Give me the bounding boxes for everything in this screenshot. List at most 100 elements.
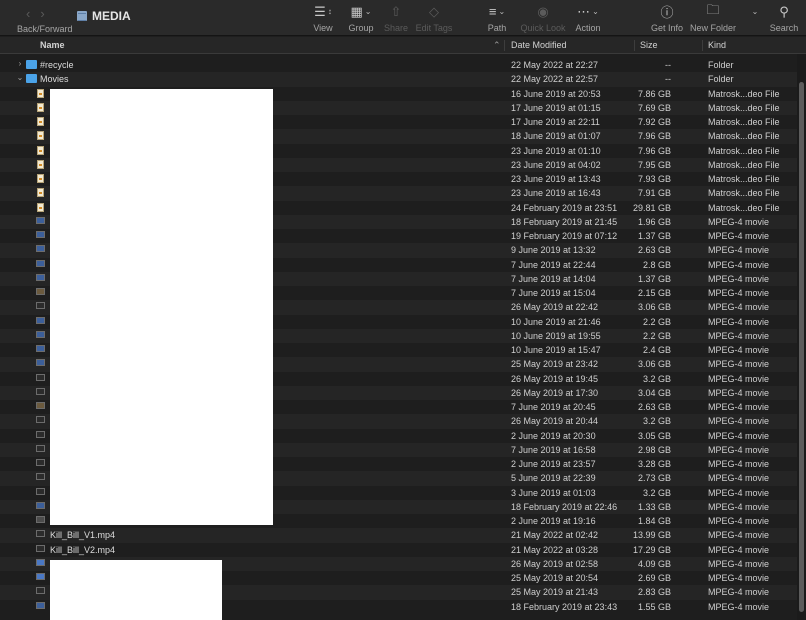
folder-row[interactable]: ⌄ Movies 22 May 2022 at 22:57 -- Folder (0, 72, 797, 87)
file-name: #recycle (40, 60, 74, 70)
date-modified: 25 May 2019 at 20:54 (511, 573, 599, 583)
group-button[interactable]: ▦ ⌄ Group (347, 0, 375, 36)
file-kind: MPEG-4 movie (708, 573, 770, 583)
mp4-thumbnail-icon (36, 231, 45, 238)
action-button[interactable]: ⋯ ⌄ Action (575, 0, 601, 36)
mp4-thumbnail-icon (36, 302, 45, 310)
file-kind: Folder (708, 74, 734, 85)
file-size: 2.8 GB (642, 259, 671, 270)
path-icon: ≡ ⌄ (488, 4, 506, 19)
back-forward-control[interactable]: ‹ › (26, 6, 45, 21)
date-modified: 18 June 2019 at 01:07 (511, 131, 601, 142)
date-modified: 22 May 2022 at 22:57 (511, 74, 599, 85)
search-button[interactable]: ⚲ Search (769, 0, 799, 36)
date-modified: 21 May 2022 at 02:42 (511, 530, 599, 541)
column-header-date-modified[interactable]: Date Modified (511, 40, 567, 50)
file-kind: MPEG-4 movie (708, 558, 770, 569)
date-modified: 26 May 2019 at 02:58 (511, 558, 599, 569)
mp4-thumbnail-icon (36, 288, 45, 295)
file-size: 2.63 GB (637, 402, 671, 412)
folder-row[interactable]: › #recycle 22 May 2022 at 22:27 -- Folder (0, 58, 797, 72)
date-modified: 7 June 2019 at 22:44 (511, 259, 596, 270)
share-button[interactable]: ⇧ Share (383, 0, 409, 36)
view-label: View (313, 23, 333, 33)
group-grid-icon: ▦ ⌄ (350, 3, 372, 19)
date-modified: 23 June 2019 at 01:10 (511, 145, 601, 156)
date-modified: 23 June 2019 at 13:43 (511, 174, 601, 184)
mp4-thumbnail-icon (36, 345, 45, 352)
mp4-thumbnail-icon (36, 573, 45, 580)
date-modified: 23 June 2019 at 16:43 (511, 188, 601, 199)
column-header-kind[interactable]: Kind (708, 40, 726, 50)
mp4-thumbnail-icon (36, 216, 45, 224)
list-view-icon: ☰ ↕ (314, 3, 332, 19)
mp4-thumbnail-icon (36, 273, 45, 281)
file-kind: MPEG-4 movie (708, 288, 770, 298)
file-kind: MPEG-4 movie (708, 501, 770, 512)
column-divider[interactable] (504, 40, 505, 51)
file-row[interactable]: Kill_Bill_V2.mp4 21 May 2022 at 03:28 17.2… (0, 543, 797, 557)
folder-icon (26, 60, 37, 69)
file-kind: MPEG-4 movie (708, 601, 770, 612)
date-modified: 5 June 2019 at 22:39 (511, 473, 596, 484)
mkv-file-icon (37, 188, 44, 198)
file-size: 2.2 GB (642, 316, 671, 327)
file-kind: MPEG-4 movie (708, 259, 770, 270)
eye-icon: ◉ (537, 3, 549, 19)
file-kind: MPEG-4 movie (708, 316, 770, 327)
new-folder-label: New Folder (690, 23, 737, 33)
path-button[interactable]: ≡ ⌄ Path (486, 0, 508, 36)
group-label: Group (348, 23, 374, 33)
edit-tags-button[interactable]: ◇ Edit Tags (416, 0, 453, 36)
scrollbar-thumb[interactable] (799, 82, 804, 612)
date-modified: 22 May 2022 at 22:27 (511, 60, 599, 70)
toolbar-overflow-button[interactable]: ⌄ (747, 0, 761, 36)
view-button[interactable]: ☰ ↕ View (311, 0, 335, 36)
mp4-thumbnail-icon (36, 530, 45, 538)
column-divider[interactable] (702, 40, 703, 51)
back-arrow-icon[interactable]: ‹ (26, 6, 30, 21)
quick-look-button[interactable]: ◉ Quick Look (520, 0, 565, 36)
date-modified: 16 June 2019 at 20:53 (511, 88, 601, 99)
column-divider[interactable] (634, 40, 635, 51)
ellipsis-circle-icon: ⋯ ⌄ (577, 3, 599, 19)
drive-icon (77, 11, 87, 21)
file-size: 3.2 GB (642, 487, 671, 498)
file-kind: Matrosk...deo File (708, 188, 780, 199)
tag-icon: ◇ (429, 3, 439, 19)
folder-icon (26, 74, 37, 84)
file-row[interactable]: Kill_Bill_V1.mp4 21 May 2022 at 02:42 13.9… (0, 528, 797, 543)
column-header-size[interactable]: Size (640, 40, 658, 50)
get-info-button[interactable]: ⓘ Get Info (651, 0, 683, 36)
vertical-scrollbar[interactable] (797, 54, 806, 620)
forward-arrow-icon[interactable]: › (40, 6, 44, 21)
share-label: Share (383, 23, 409, 33)
file-kind: MPEG-4 movie (708, 387, 770, 398)
file-name: Kill_Bill_V2.mp4 (50, 544, 116, 555)
file-kind: MPEG-4 movie (708, 345, 770, 355)
file-size: 2.15 GB (637, 288, 671, 298)
new-folder-button[interactable]: 🗀 New Folder (690, 0, 737, 36)
file-kind: Folder (708, 60, 734, 70)
search-label: Search (769, 23, 799, 33)
window-title: MEDIA (92, 9, 131, 23)
disclosure-collapsed-icon[interactable]: › (15, 59, 25, 68)
file-size: 2.63 GB (637, 245, 671, 256)
mkv-file-icon (37, 117, 44, 126)
file-kind: MPEG-4 movie (708, 245, 770, 256)
mp4-thumbnail-icon (36, 459, 45, 466)
disclosure-expanded-icon[interactable]: ⌄ (15, 73, 25, 82)
mkv-file-icon (37, 202, 44, 212)
mp4-thumbnail-icon (36, 501, 45, 509)
file-kind: Matrosk...deo File (708, 88, 780, 99)
file-kind: MPEG-4 movie (708, 273, 770, 284)
path-label: Path (487, 23, 507, 33)
file-size: 2.2 GB (642, 330, 671, 341)
file-size: 7.69 GB (637, 102, 671, 113)
mp4-thumbnail-icon (36, 558, 45, 566)
date-modified: 23 June 2019 at 04:02 (511, 159, 601, 170)
window-title-group: MEDIA (77, 9, 131, 23)
column-header-name[interactable]: Name (40, 40, 65, 50)
mkv-file-icon (37, 159, 44, 169)
file-size: 7.96 GB (637, 145, 671, 156)
